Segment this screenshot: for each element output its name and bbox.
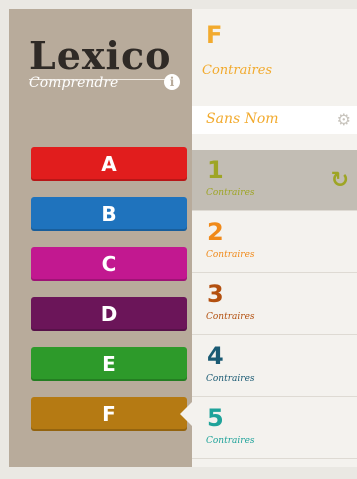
exercise-number: 2 xyxy=(207,218,224,246)
level-subtitle: Contraires xyxy=(202,63,273,78)
info-icon[interactable]: i xyxy=(164,74,180,90)
exercise-label: Contraires xyxy=(206,374,255,384)
user-bar[interactable]: Sans Nom ⚙ xyxy=(192,106,357,134)
exercise-number: 3 xyxy=(207,280,224,308)
exercise-item-1[interactable]: 1 Contraires ↻ xyxy=(192,150,357,211)
refresh-icon[interactable]: ↻ xyxy=(331,168,349,193)
app-logo: Lexico xyxy=(29,33,172,78)
exercise-item-2[interactable]: 2 Contraires xyxy=(192,212,357,273)
exercise-number: 5 xyxy=(207,404,224,432)
app-subtitle: Comprendre xyxy=(29,75,119,91)
exercise-item-4[interactable]: 4 Contraires xyxy=(192,336,357,397)
exercise-number: 1 xyxy=(207,156,224,184)
level-button-a[interactable]: A xyxy=(31,147,187,181)
exercise-item-3[interactable]: 3 Contraires xyxy=(192,274,357,335)
exercise-number: 4 xyxy=(207,342,224,370)
selection-pointer xyxy=(180,402,192,426)
level-button-b[interactable]: B xyxy=(31,197,187,231)
exercise-label: Contraires xyxy=(206,250,255,260)
gear-icon[interactable]: ⚙ xyxy=(337,110,351,129)
app: Lexico Comprendre i A B C D E F F Contra… xyxy=(0,0,357,479)
level-button-c[interactable]: C xyxy=(31,247,187,281)
level-button-d[interactable]: D xyxy=(31,297,187,331)
user-name: Sans Nom xyxy=(206,111,279,127)
exercise-label: Contraires xyxy=(206,436,255,446)
level-button-f[interactable]: F xyxy=(31,397,187,431)
exercise-label: Contraires xyxy=(206,188,255,198)
level-letter: F xyxy=(206,21,223,49)
detail-panel: F Contraires Sans Nom ⚙ 1 Contraires ↻ 2… xyxy=(192,9,357,467)
level-button-e[interactable]: E xyxy=(31,347,187,381)
sidebar: Lexico Comprendre i A B C D E F xyxy=(9,9,192,467)
exercise-item-5[interactable]: 5 Contraires xyxy=(192,398,357,459)
exercise-label: Contraires xyxy=(206,312,255,322)
